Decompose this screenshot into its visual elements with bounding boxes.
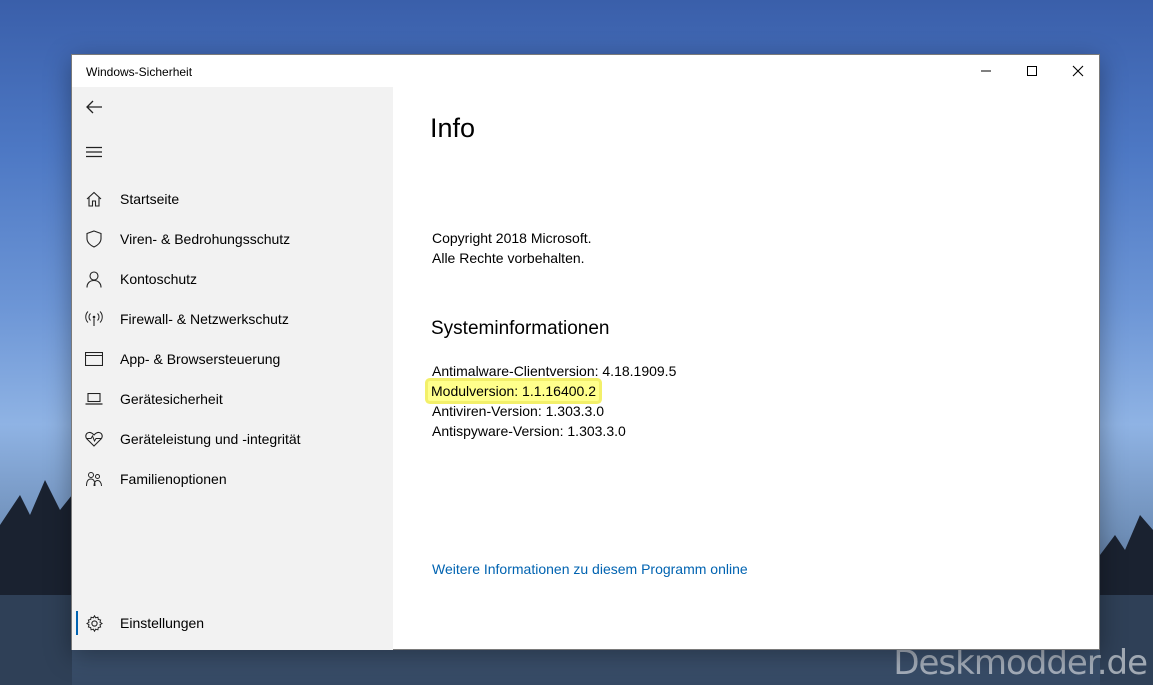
person-icon xyxy=(72,270,116,288)
family-icon xyxy=(72,471,116,487)
maximize-button[interactable] xyxy=(1009,55,1055,87)
shield-icon xyxy=(72,230,116,248)
sidebar-item-label: Startseite xyxy=(120,191,180,207)
copyright-line: Copyright 2018 Microsoft. xyxy=(432,230,592,246)
main-content: Info Copyright 2018 Microsoft. Alle Rech… xyxy=(393,87,1100,650)
hamburger-menu-icon xyxy=(86,146,102,158)
home-icon xyxy=(72,191,116,207)
laptop-icon xyxy=(72,393,116,405)
sysinfo-heading: Systeminformationen xyxy=(431,318,610,339)
sidebar-item-virenschutz[interactable]: Viren- & Bedrohungsschutz xyxy=(72,219,393,259)
sidebar-item-label: Gerätesicherheit xyxy=(120,391,223,407)
sidebar-item-label: Geräteleistung und -integrität xyxy=(120,431,301,447)
sidebar-item-label: Kontoschutz xyxy=(120,271,198,287)
sidebar-item-label: Einstellungen xyxy=(120,615,205,631)
antimalware-client-version: Antimalware-Clientversion: 4.18.1909.5 xyxy=(432,363,677,379)
selection-indicator xyxy=(76,611,78,635)
sidebar-item-geraeteleistung[interactable]: Geräteleistung und -integrität xyxy=(72,419,393,459)
sidebar-item-label: App- & Browsersteuerung xyxy=(120,351,281,367)
window-title: Windows-Sicherheit xyxy=(86,65,193,79)
heart-pulse-icon xyxy=(72,431,116,447)
sidebar-item-familienoptionen[interactable]: Familienoptionen xyxy=(72,459,393,499)
back-button[interactable] xyxy=(72,87,116,127)
module-version: Modulversion: 1.1.16400.2 xyxy=(428,381,599,401)
minimize-button[interactable] xyxy=(963,55,1009,87)
sidebar-item-kontoschutz[interactable]: Kontoschutz xyxy=(72,259,393,299)
close-icon xyxy=(1072,65,1084,77)
antivirus-version: Antiviren-Version: 1.303.3.0 xyxy=(432,403,604,419)
rights-line: Alle Rechte vorbehalten. xyxy=(432,250,585,266)
title-bar[interactable]: Windows-Sicherheit xyxy=(72,55,1099,87)
sidebar-item-label: Familienoptionen xyxy=(120,471,227,487)
sidebar-item-app-browser[interactable]: App- & Browsersteuerung xyxy=(72,339,393,379)
sidebar-item-geraetesicherheit[interactable]: Gerätesicherheit xyxy=(72,379,393,419)
sidebar-item-startseite[interactable]: Startseite xyxy=(72,179,393,219)
sidebar-item-einstellungen[interactable]: Einstellungen xyxy=(72,603,393,643)
gear-icon xyxy=(72,614,116,632)
hamburger-menu-button[interactable] xyxy=(72,132,116,172)
more-info-link[interactable]: Weitere Informationen zu diesem Programm… xyxy=(432,561,748,577)
antenna-icon xyxy=(72,311,116,327)
page-title: Info xyxy=(430,113,476,143)
sysinfo-list: Antimalware-Clientversion: 4.18.1909.5 M… xyxy=(428,361,677,441)
sidebar: Startseite Viren- & Bedrohungsschutz Kon… xyxy=(72,87,393,650)
antispyware-version: Antispyware-Version: 1.303.3.0 xyxy=(432,423,626,439)
sidebar-item-label: Viren- & Bedrohungsschutz xyxy=(120,231,291,247)
copyright-text: Copyright 2018 Microsoft. Alle Rechte vo… xyxy=(432,228,592,268)
sidebar-item-firewall[interactable]: Firewall- & Netzwerkschutz xyxy=(72,299,393,339)
sidebar-item-label: Firewall- & Netzwerkschutz xyxy=(120,311,289,327)
browser-window-icon xyxy=(72,352,116,366)
maximize-icon xyxy=(1027,66,1037,76)
minimize-icon xyxy=(981,70,991,72)
back-arrow-icon xyxy=(86,100,102,114)
close-button[interactable] xyxy=(1055,55,1101,87)
app-window: Windows-Sicherheit Startseite Viren- & B… xyxy=(71,54,1100,650)
